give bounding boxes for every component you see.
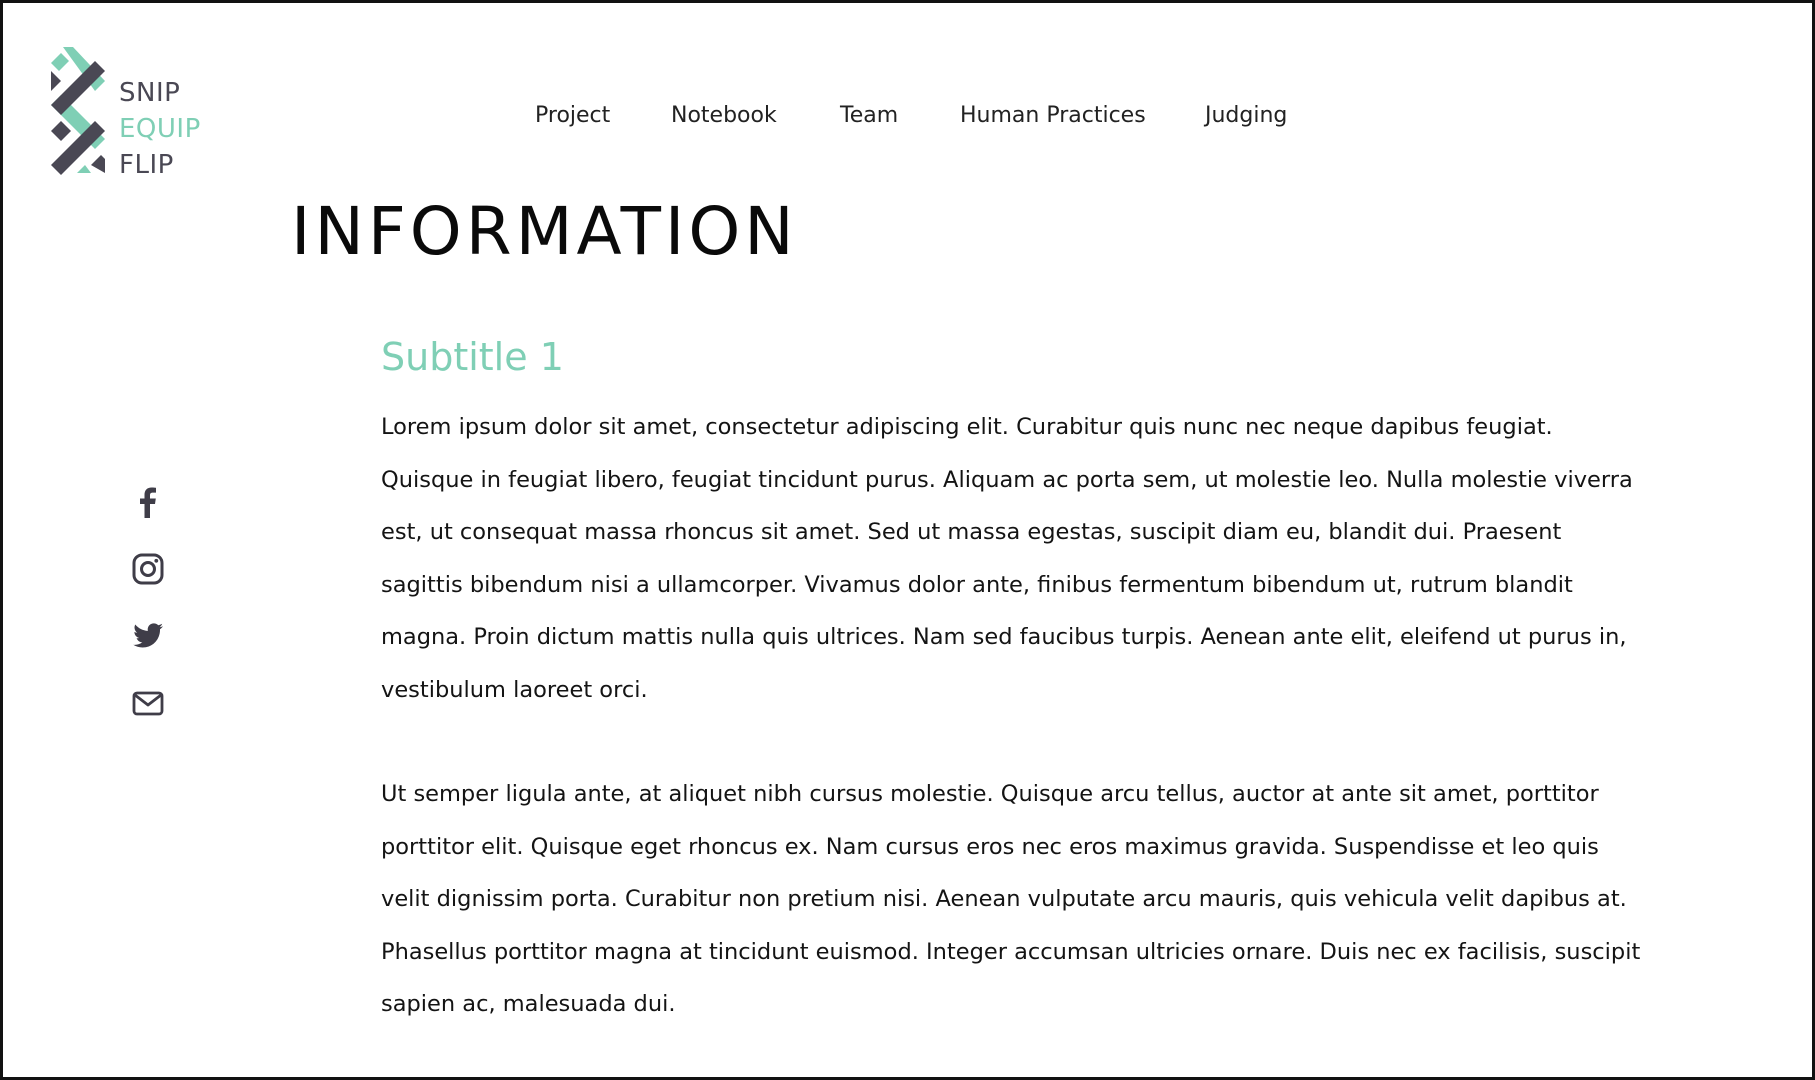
- paragraph-2: Ut semper ligula ante, at aliquet nibh c…: [381, 781, 1641, 1017]
- nav-item-notebook[interactable]: Notebook: [671, 103, 777, 128]
- social-sidebar: [131, 485, 167, 753]
- twitter-icon[interactable]: [131, 619, 165, 653]
- dna-helix-icon: [51, 47, 105, 175]
- section-subtitle: Subtitle 1: [381, 335, 564, 379]
- mail-icon[interactable]: [131, 686, 165, 720]
- page-title: INFORMATION: [291, 193, 798, 270]
- logo-line-flip: FLIP: [119, 150, 174, 180]
- logo-line-equip: EQUIP: [119, 114, 201, 144]
- instagram-icon[interactable]: [131, 552, 165, 586]
- nav-item-judging[interactable]: Judging: [1205, 103, 1287, 128]
- nav-item-human-practices[interactable]: Human Practices: [960, 103, 1146, 128]
- logo-line-snip: SNIP: [119, 78, 181, 108]
- facebook-icon[interactable]: [131, 485, 165, 519]
- logo-wordmark: SNIP EQUIP FLIP: [119, 75, 201, 183]
- logo[interactable]: SNIP EQUIP FLIP: [49, 47, 219, 180]
- main-content: Subtitle 1 Lorem ipsum dolor sit amet, c…: [381, 333, 1641, 1031]
- page-frame: SNIP EQUIP FLIP Project Notebook Team Hu…: [0, 0, 1815, 1080]
- paragraph-1: Lorem ipsum dolor sit amet, consectetur …: [381, 414, 1633, 703]
- nav-item-team[interactable]: Team: [840, 103, 898, 128]
- nav-item-project[interactable]: Project: [535, 103, 610, 128]
